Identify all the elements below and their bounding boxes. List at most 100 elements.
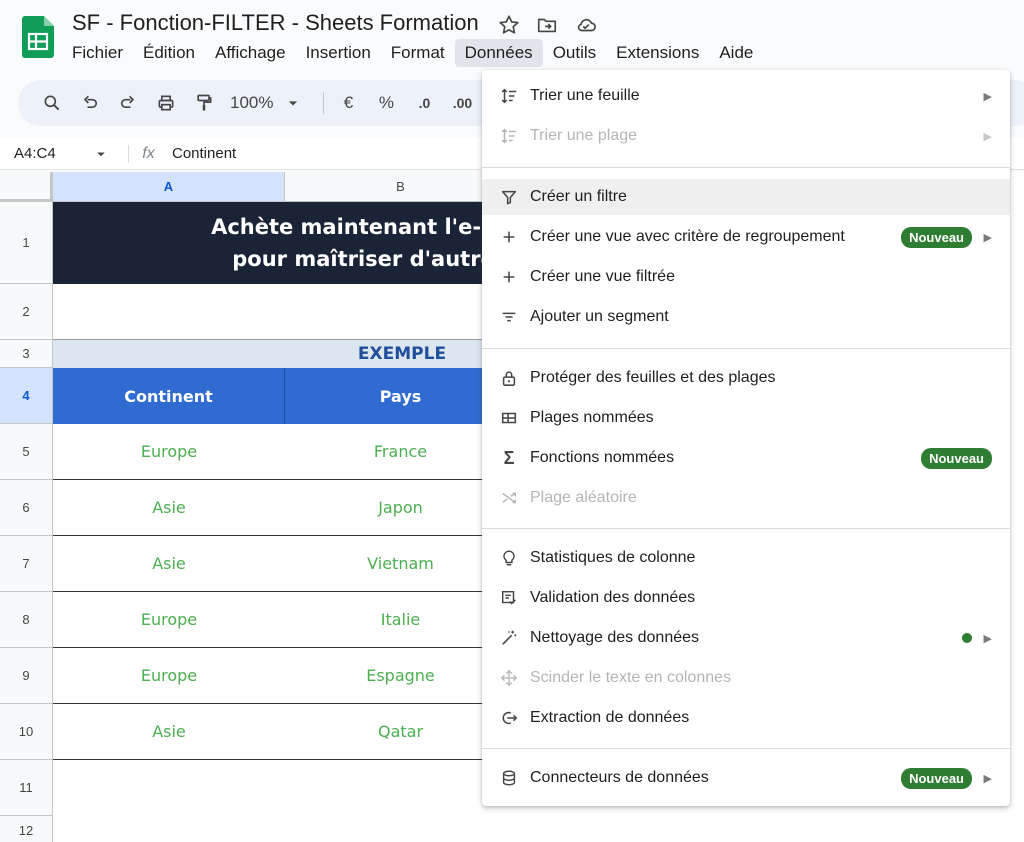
menu-item-proteger[interactable]: Protéger des feuilles et des plages bbox=[482, 360, 1010, 396]
row-header-10[interactable]: 10 bbox=[0, 704, 53, 760]
row-header-7[interactable]: 7 bbox=[0, 536, 53, 592]
menu-item-label: Fonctions nommées bbox=[530, 449, 675, 466]
slicer-icon bbox=[498, 306, 520, 328]
menu-aide[interactable]: Aide bbox=[709, 39, 763, 67]
move-folder-icon[interactable] bbox=[536, 14, 560, 38]
paint-format-icon[interactable] bbox=[188, 87, 220, 119]
menu-affichage[interactable]: Affichage bbox=[205, 39, 296, 67]
zoom-select[interactable]: 100% bbox=[226, 93, 277, 113]
menu-item-label: Nettoyage des données bbox=[530, 629, 700, 646]
menu-extensions[interactable]: Extensions bbox=[606, 39, 709, 67]
example-label: EXEMPLE bbox=[357, 344, 447, 364]
menu-item-label: Statistiques de colonne bbox=[530, 549, 696, 566]
menu-fichier[interactable]: Fichier bbox=[62, 39, 133, 67]
banner-line-1: Achète maintenant l'e-boo bbox=[211, 215, 525, 239]
cloud-status-icon[interactable] bbox=[574, 14, 598, 38]
chevron-down-icon[interactable] bbox=[92, 145, 110, 163]
menu-insertion[interactable]: Insertion bbox=[296, 39, 381, 67]
decrease-decimals-button[interactable]: .0 bbox=[408, 87, 440, 119]
shuffle-icon bbox=[498, 487, 520, 509]
menu-item-trier-feuille[interactable]: Trier une feuille ▶ bbox=[482, 78, 1010, 114]
menu-item-label: Connecteurs de données bbox=[530, 769, 709, 786]
formula-input[interactable]: Continent bbox=[168, 145, 236, 162]
increase-decimals-button[interactable]: .00 bbox=[446, 87, 478, 119]
plus-icon bbox=[498, 266, 520, 288]
menu-item-plage-aleatoire[interactable]: Plage aléatoire bbox=[482, 480, 1010, 516]
table-cell[interactable]: Asie bbox=[53, 480, 286, 536]
print-icon[interactable] bbox=[150, 87, 182, 119]
submenu-arrow-icon: ▶ bbox=[983, 231, 992, 244]
row-header-11[interactable]: 11 bbox=[0, 760, 53, 816]
star-icon[interactable] bbox=[498, 14, 522, 38]
sigma-icon: Σ bbox=[503, 447, 515, 468]
menu-item-validation[interactable]: Validation des données bbox=[482, 580, 1010, 616]
example-label-cell[interactable]: EXEMPLE bbox=[53, 340, 513, 368]
database-icon bbox=[498, 767, 520, 789]
menu-item-statistiques[interactable]: Statistiques de colonne bbox=[482, 540, 1010, 576]
empty-cell-row-2[interactable] bbox=[53, 284, 513, 340]
menu-item-extraction[interactable]: Extraction de données bbox=[482, 700, 1010, 736]
menu-item-vue-regroupement[interactable]: Créer une vue avec critère de regroupeme… bbox=[482, 219, 1010, 255]
sheets-logo-icon[interactable] bbox=[22, 16, 54, 58]
row-header-6[interactable]: 6 bbox=[0, 480, 53, 536]
menu-item-label: Créer une vue avec critère de regroupeme… bbox=[530, 228, 845, 245]
submenu-arrow-icon: ▶ bbox=[983, 772, 992, 785]
menu-donnees[interactable]: Données bbox=[454, 39, 543, 67]
table-cell[interactable]: Europe bbox=[53, 592, 286, 648]
menu-item-label: Créer un filtre bbox=[530, 188, 627, 205]
donnees-menu: Trier une feuille ▶ Trier une plage ▶ Cr… bbox=[482, 70, 1010, 806]
menu-item-vue-filtree[interactable]: Créer une vue filtrée bbox=[482, 259, 1010, 295]
row-header-2[interactable]: 2 bbox=[0, 284, 53, 340]
menu-item-label: Plages nommées bbox=[530, 409, 654, 426]
sort-icon bbox=[498, 125, 520, 147]
menu-item-scinder[interactable]: Scinder le texte en colonnes bbox=[482, 660, 1010, 696]
table-cell[interactable]: Europe bbox=[53, 424, 286, 480]
menu-item-trier-plage[interactable]: Trier une plage ▶ bbox=[482, 118, 1010, 154]
search-icon[interactable] bbox=[36, 87, 68, 119]
row-header-8[interactable]: 8 bbox=[0, 592, 53, 648]
row-header-5[interactable]: 5 bbox=[0, 424, 53, 480]
promo-banner-cell[interactable]: Achète maintenant l'e-boo pour maîtriser… bbox=[53, 202, 525, 284]
menu-item-fonctions-nommees[interactable]: Σ Fonctions nommées Nouveau bbox=[482, 440, 1010, 476]
redo-icon[interactable] bbox=[112, 87, 144, 119]
menu-item-connecteurs[interactable]: Connecteurs de données Nouveau ▶ bbox=[482, 760, 1010, 796]
name-box-value: A4:C4 bbox=[14, 145, 56, 162]
header-cell-continent[interactable]: Continent bbox=[53, 368, 285, 424]
table-cell[interactable]: Asie bbox=[53, 704, 286, 760]
menu-item-creer-filtre[interactable]: Créer un filtre bbox=[482, 179, 1010, 215]
document-title[interactable]: SF - Fonction-FILTER - Sheets Formation bbox=[72, 10, 479, 36]
menu-divider bbox=[482, 167, 1010, 168]
menu-item-ajouter-segment[interactable]: Ajouter un segment bbox=[482, 299, 1010, 335]
menu-item-label: Trier une feuille bbox=[530, 87, 640, 104]
menu-item-nettoyage[interactable]: Nettoyage des données ▶ bbox=[482, 620, 1010, 656]
menu-item-label: Extraction de données bbox=[530, 709, 690, 726]
row-header-12[interactable]: 12 bbox=[0, 816, 53, 842]
currency-button[interactable]: € bbox=[332, 87, 364, 119]
row-header-1[interactable]: 1 bbox=[0, 202, 53, 284]
select-all-corner[interactable] bbox=[0, 172, 53, 202]
submenu-arrow-icon: ▶ bbox=[983, 130, 992, 143]
row-header-4[interactable]: 4 bbox=[0, 368, 53, 424]
menu-format[interactable]: Format bbox=[381, 39, 455, 67]
toolbar-divider bbox=[323, 92, 325, 114]
new-badge: Nouveau bbox=[921, 447, 992, 469]
menu-divider bbox=[482, 348, 1010, 349]
new-badge: Nouveau bbox=[901, 226, 972, 248]
extract-icon bbox=[498, 707, 520, 729]
column-header-a[interactable]: A bbox=[53, 172, 285, 202]
menu-divider bbox=[482, 748, 1010, 749]
menu-item-label: Trier une plage bbox=[530, 127, 638, 144]
percent-button[interactable]: % bbox=[370, 87, 402, 119]
fx-icon: fx bbox=[128, 144, 168, 163]
menu-edition[interactable]: Édition bbox=[133, 39, 205, 67]
undo-icon[interactable] bbox=[74, 87, 106, 119]
menu-outils[interactable]: Outils bbox=[543, 39, 606, 67]
chevron-down-icon[interactable] bbox=[277, 87, 309, 119]
name-box[interactable]: A4:C4 bbox=[0, 145, 120, 163]
menu-item-plages-nommees[interactable]: Plages nommées bbox=[482, 400, 1010, 436]
table-cell[interactable]: Europe bbox=[53, 648, 286, 704]
row-header-9[interactable]: 9 bbox=[0, 648, 53, 704]
table-cell[interactable]: Asie bbox=[53, 536, 286, 592]
row-header-3[interactable]: 3 bbox=[0, 340, 53, 368]
sort-icon bbox=[498, 85, 520, 107]
